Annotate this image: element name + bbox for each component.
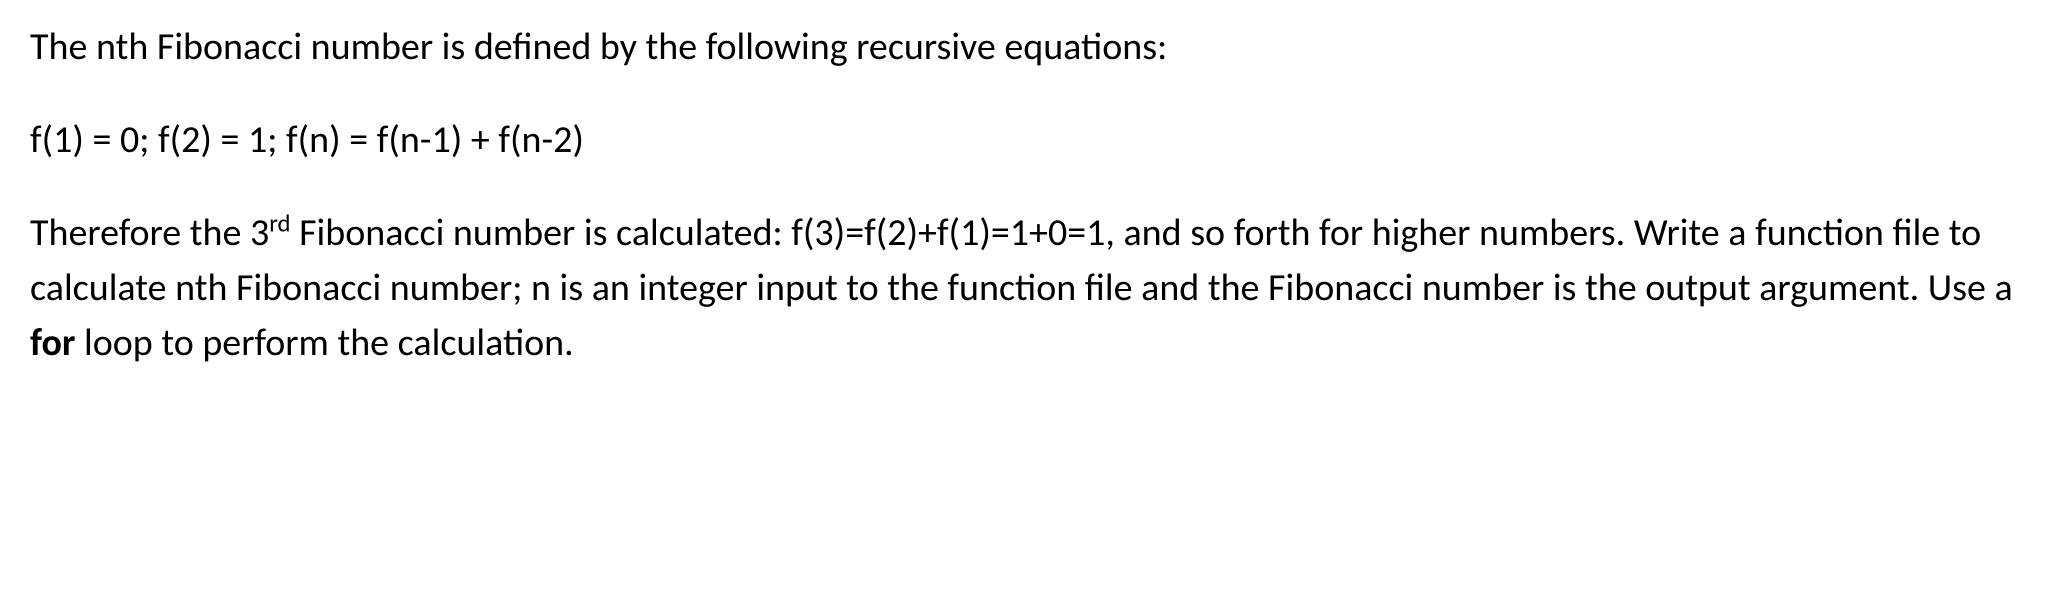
- intro-text: The nth Fibonacci number is defined by t…: [30, 24, 1167, 70]
- ordinal-superscript: rd: [269, 208, 290, 239]
- body-paragraph: Therefore the 3rd Fibonacci number is ca…: [30, 206, 2016, 371]
- equations-text: f(1) = 0; f(2) = 1; f(n) = f(n-1) + f(n-…: [30, 117, 584, 163]
- equations-paragraph: f(1) = 0; f(2) = 1; f(n) = f(n-1) + f(n-…: [30, 113, 2016, 168]
- body-text-pre-sup: Therefore the 3: [30, 210, 269, 256]
- intro-paragraph: The nth Fibonacci number is defined by t…: [30, 20, 2016, 75]
- body-text-post-sup: Fibonacci number is calculated: f(3)=f(2…: [30, 210, 2013, 311]
- body-text-after-bold: loop to perform the calculation.: [75, 320, 573, 366]
- bold-for-keyword: for: [30, 320, 75, 366]
